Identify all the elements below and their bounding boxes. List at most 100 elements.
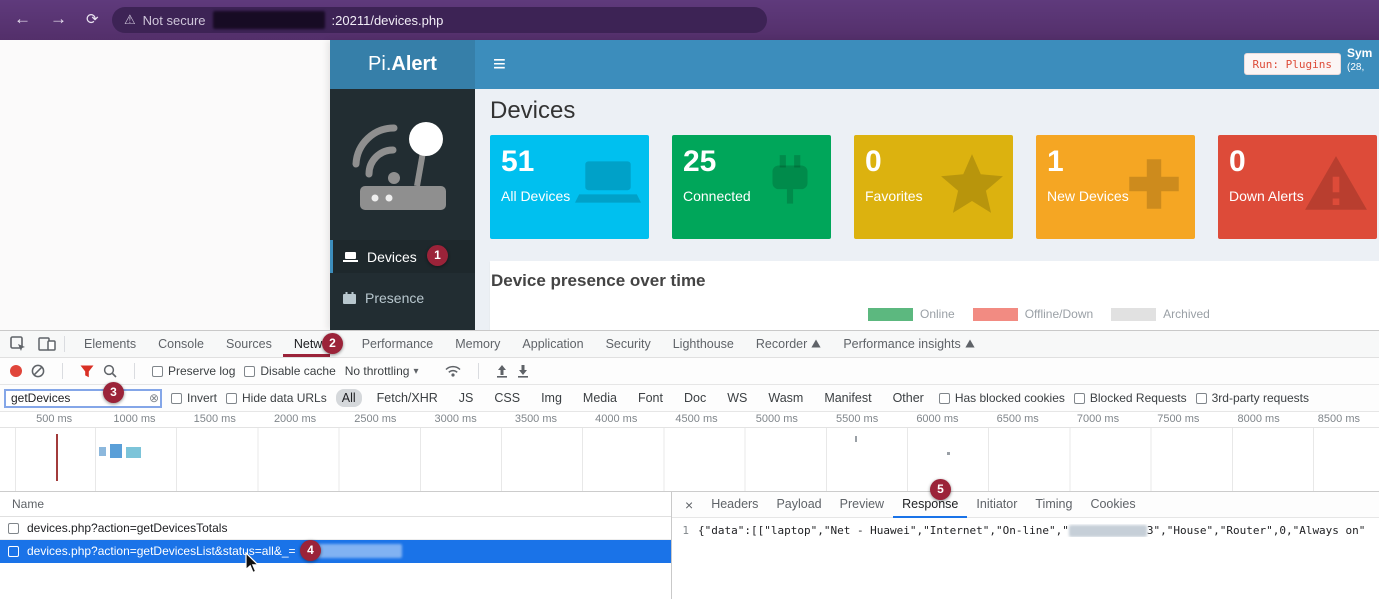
network-timeline-overview[interactable]: 500 ms 1000 ms 1500 ms 2000 ms 2500 ms 3… [0, 412, 1379, 492]
plus-icon [1121, 151, 1187, 217]
tab-performance-insights[interactable]: Performance insights [832, 331, 985, 357]
address-bar[interactable]: ⚠ Not secure :20211/devices.php [112, 7, 767, 33]
filter-pill-manifest[interactable]: Manifest [818, 389, 877, 407]
tab-sources[interactable]: Sources [215, 331, 283, 357]
tab-lighthouse[interactable]: Lighthouse [662, 331, 745, 357]
card-favorites[interactable]: 0 Favorites [854, 135, 1013, 239]
checkbox-icon[interactable] [226, 393, 237, 404]
tab-console[interactable]: Console [147, 331, 215, 357]
inspect-element-icon[interactable] [10, 336, 26, 352]
tab-application[interactable]: Application [511, 331, 594, 357]
activity-mark [126, 447, 141, 458]
checkbox-icon[interactable] [171, 393, 182, 404]
page-title: Devices [490, 97, 1379, 125]
card-new-devices[interactable]: 1 New Devices [1036, 135, 1195, 239]
user-chip[interactable]: Sym (28, [1347, 46, 1379, 73]
record-button[interactable] [10, 365, 22, 377]
browser-toolbar: ← → ⟳ ⚠ Not secure :20211/devices.php [0, 0, 1379, 40]
star-icon [939, 151, 1005, 217]
request-row[interactable]: devices.php?action=getDevicesTotals [0, 517, 671, 540]
checkbox-icon[interactable] [939, 393, 950, 404]
menu-toggle-icon[interactable]: ≡ [493, 51, 506, 77]
tick-label: 2500 ms [335, 412, 415, 427]
sidebar-item-presence[interactable]: Presence [330, 281, 475, 314]
filter-pill-doc[interactable]: Doc [678, 389, 712, 407]
network-filterbar: ⊗ Invert Hide data URLs All Fetch/XHR JS… [0, 385, 1379, 412]
calendar-icon [343, 292, 356, 304]
checkbox-icon[interactable] [1074, 393, 1085, 404]
checkbox-icon[interactable] [152, 366, 163, 377]
tick-label: 8000 ms [1218, 412, 1298, 427]
filter-icon[interactable] [80, 365, 94, 378]
checkbox-label: Disable cache [260, 364, 335, 378]
invert-checkbox[interactable]: Invert [171, 391, 217, 405]
third-party-requests-checkbox[interactable]: 3rd-party requests [1196, 391, 1309, 405]
checkbox-icon[interactable] [244, 366, 255, 377]
filter-pill-all[interactable]: All [336, 389, 362, 407]
network-filter-input[interactable] [4, 389, 162, 408]
preserve-log-checkbox[interactable]: Preserve log [152, 364, 235, 378]
filter-pill-media[interactable]: Media [577, 389, 623, 407]
forward-icon[interactable]: → [50, 9, 67, 29]
tab-headers[interactable]: Headers [702, 492, 767, 518]
card-connected[interactable]: 25 Connected [672, 135, 831, 239]
card-down-alerts[interactable]: 0 Down Alerts [1218, 135, 1377, 239]
back-icon[interactable]: ← [14, 9, 31, 29]
checkbox-icon[interactable] [1196, 393, 1207, 404]
filter-pill-img[interactable]: Img [535, 389, 568, 407]
request-row-selected[interactable]: devices.php?action=getDevicesList&status… [0, 540, 671, 563]
filter-pill-ws[interactable]: WS [721, 389, 753, 407]
tab-preview[interactable]: Preview [831, 492, 893, 518]
search-icon[interactable] [103, 364, 117, 378]
name-column-header[interactable]: Name [0, 492, 671, 517]
card-all-devices[interactable]: 51 All Devices [490, 135, 649, 239]
tab-cookies[interactable]: Cookies [1081, 492, 1144, 518]
tab-elements[interactable]: Elements [73, 331, 147, 357]
sidebar-item-devices[interactable]: Devices [330, 240, 475, 273]
filter-pill-font[interactable]: Font [632, 389, 669, 407]
tick-label: 2000 ms [255, 412, 335, 427]
close-icon[interactable]: × [676, 497, 702, 513]
tick-label: 3500 ms [496, 412, 576, 427]
filter-input-wrap: ⊗ [4, 389, 162, 408]
legend-item-online: Online [868, 307, 955, 321]
filter-pill-css[interactable]: CSS [488, 389, 526, 407]
tab-recorder[interactable]: Recorder [745, 331, 832, 357]
refresh-icon[interactable]: ⟳ [86, 10, 99, 28]
tab-initiator[interactable]: Initiator [967, 492, 1026, 518]
sidebar-item-label: Devices [367, 249, 417, 265]
import-har-icon[interactable] [496, 364, 508, 378]
filter-pill-other[interactable]: Other [887, 389, 930, 407]
brand-suffix: Alert [391, 53, 437, 75]
clear-filter-icon[interactable]: ⊗ [149, 391, 159, 405]
export-har-icon[interactable] [517, 364, 529, 378]
network-conditions-icon[interactable] [445, 365, 461, 377]
activity-mark [56, 434, 58, 481]
filter-pill-js[interactable]: JS [453, 389, 480, 407]
throttling-dropdown[interactable]: No throttling ▾ [345, 364, 419, 378]
disable-cache-checkbox[interactable]: Disable cache [244, 364, 335, 378]
tab-performance[interactable]: Performance [351, 331, 445, 357]
response-json: {"data":[["laptop","Net - Huawei","Inter… [698, 524, 1365, 537]
checkbox-icon[interactable] [8, 546, 19, 557]
tab-timing[interactable]: Timing [1026, 492, 1081, 518]
timeline-tick-labels: 500 ms 1000 ms 1500 ms 2000 ms 2500 ms 3… [0, 412, 1379, 428]
tab-memory[interactable]: Memory [444, 331, 511, 357]
tick-label: 7000 ms [1058, 412, 1138, 427]
tab-response[interactable]: Response [893, 492, 967, 518]
annotation-step-2: 2 [322, 333, 343, 354]
device-toolbar-icon[interactable] [38, 337, 56, 351]
blocked-requests-checkbox[interactable]: Blocked Requests [1074, 391, 1187, 405]
has-blocked-cookies-checkbox[interactable]: Has blocked cookies [939, 391, 1065, 405]
app-logo[interactable]: Pi.Alert [330, 40, 475, 89]
checkbox-icon[interactable] [8, 523, 19, 534]
filter-pill-fetchxhr[interactable]: Fetch/XHR [371, 389, 444, 407]
run-plugins-button[interactable]: Run: Plugins [1244, 53, 1341, 75]
legend-label: Offline/Down [1025, 307, 1093, 321]
not-secure-label[interactable]: Not secure [143, 13, 206, 28]
filter-pill-wasm[interactable]: Wasm [762, 389, 809, 407]
hide-data-urls-checkbox[interactable]: Hide data URLs [226, 391, 327, 405]
tab-payload[interactable]: Payload [767, 492, 830, 518]
tab-security[interactable]: Security [595, 331, 662, 357]
clear-icon[interactable] [31, 364, 45, 378]
